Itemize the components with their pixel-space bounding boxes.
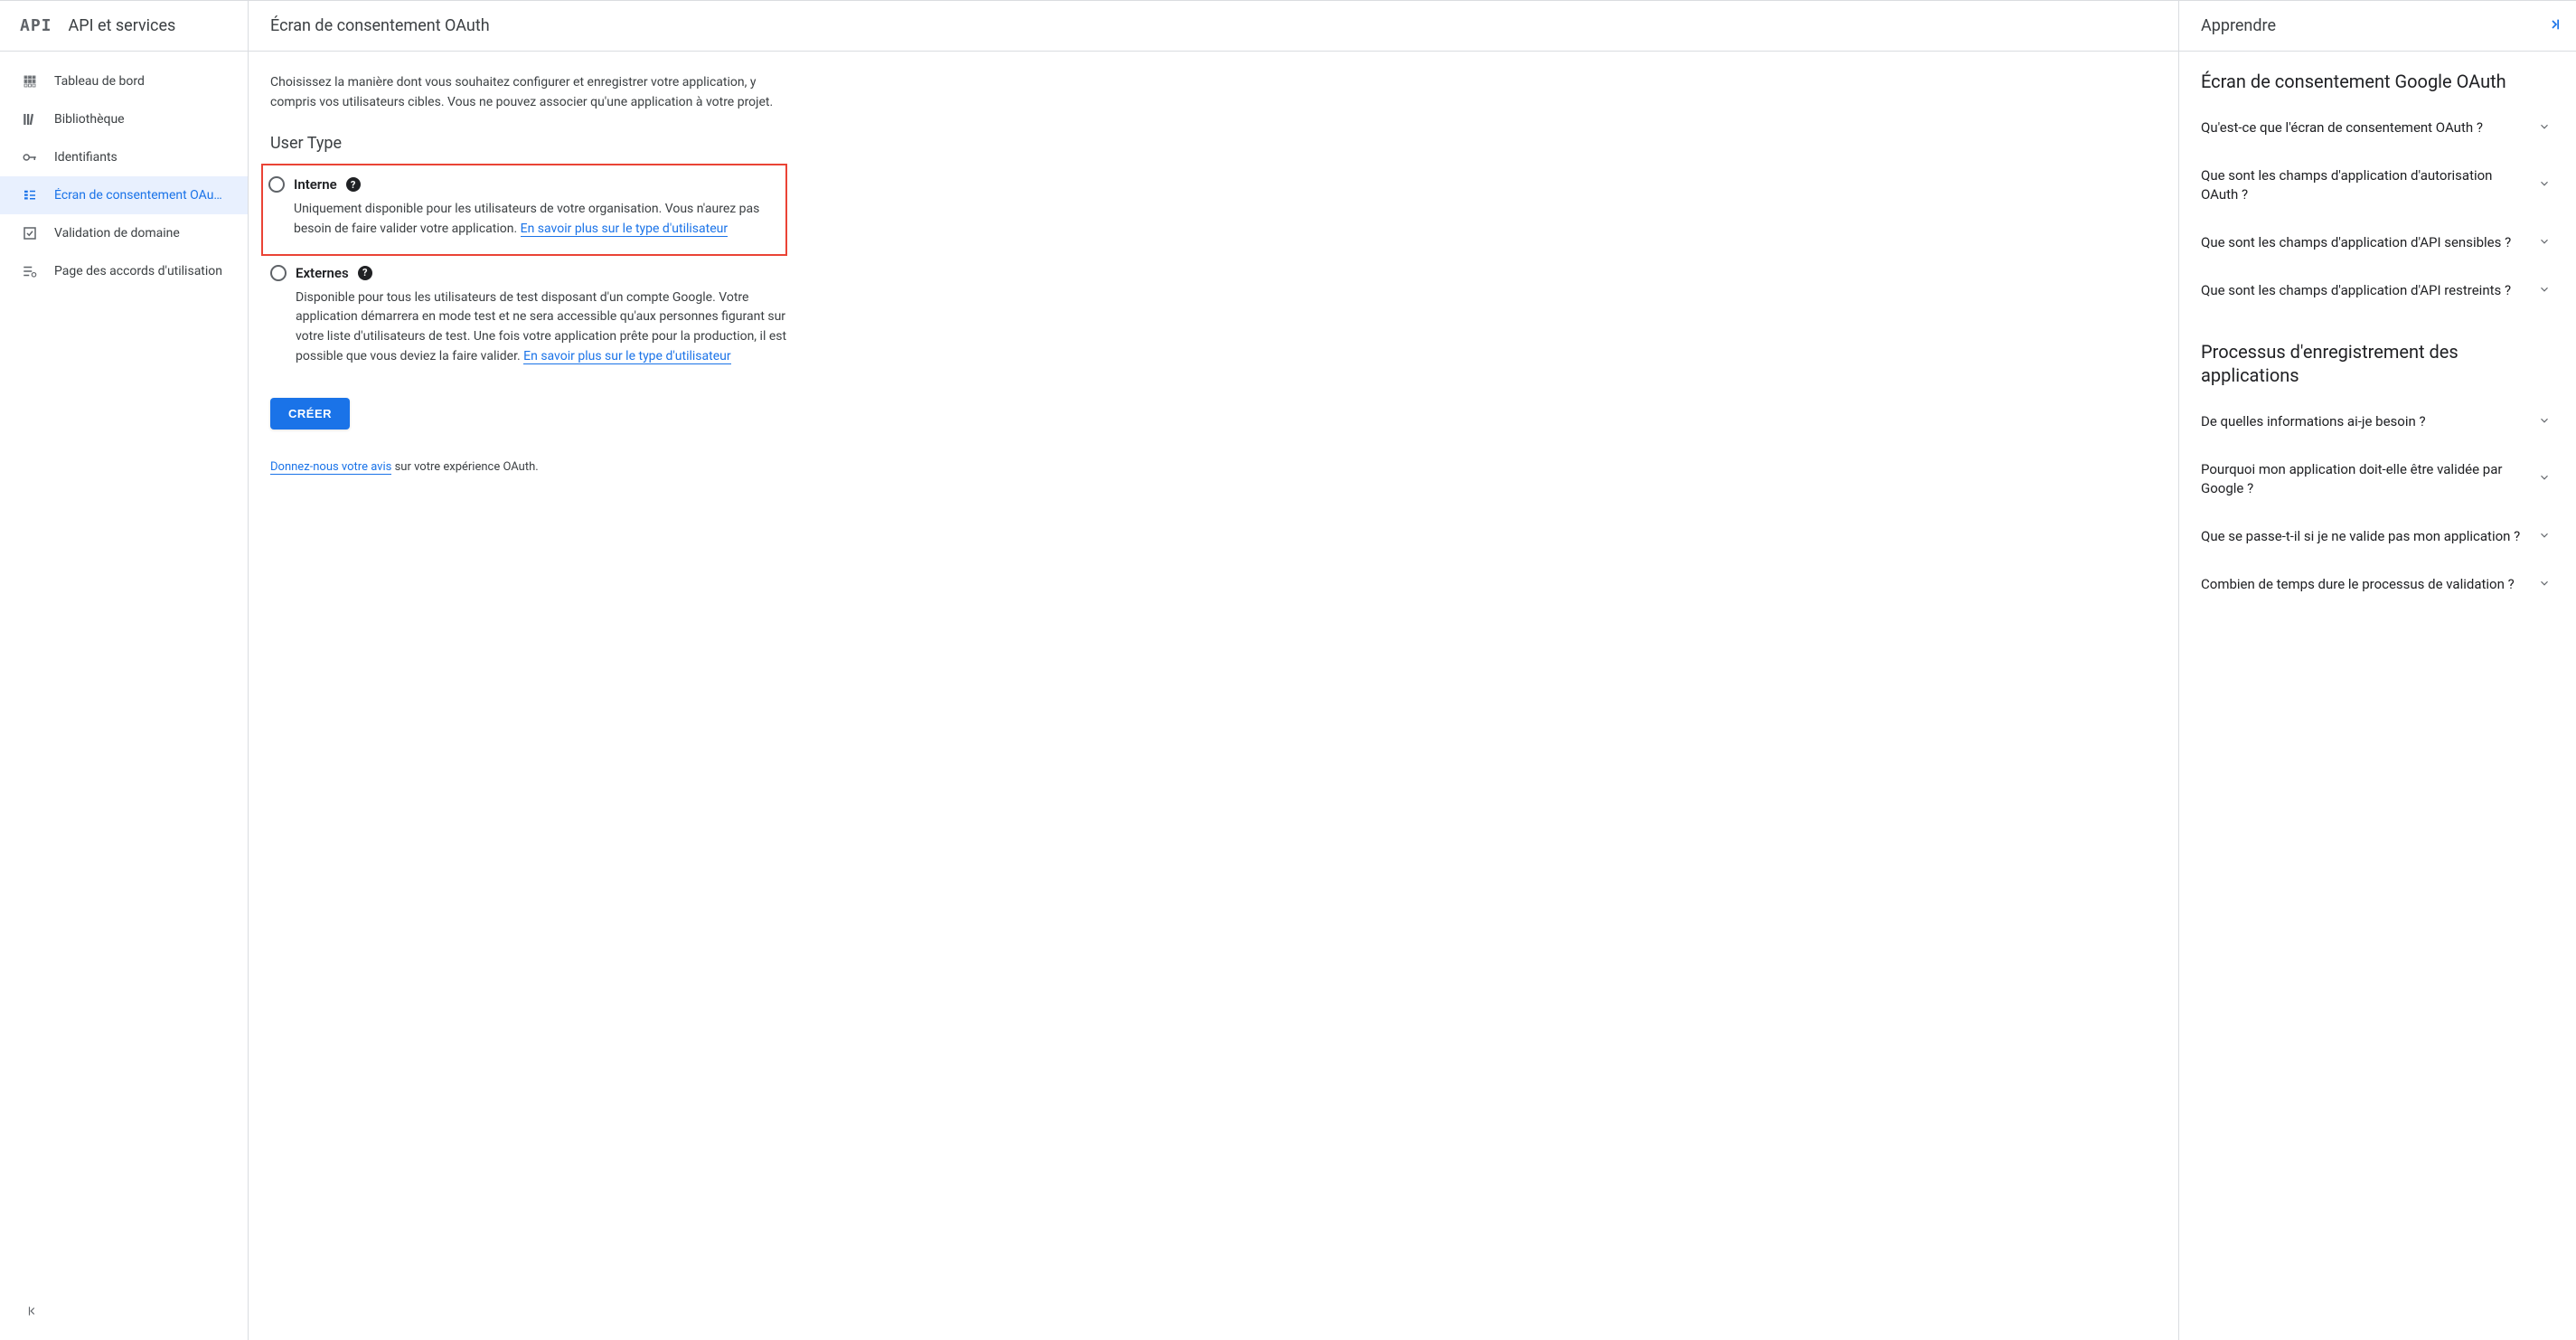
accordion-item[interactable]: De quelles informations ai-je besoin ? xyxy=(2201,398,2554,446)
radio-internal-description: Uniquement disponible pour les utilisate… xyxy=(294,200,771,239)
chevron-down-icon xyxy=(2538,235,2551,251)
accordion-label: Que sont les champs d'application d'API … xyxy=(2201,281,2524,300)
accordion-item[interactable]: Pourquoi mon application doit-elle être … xyxy=(2201,446,2554,513)
chevron-down-icon xyxy=(2538,529,2551,545)
feedback-link[interactable]: Donnez-nous votre avis xyxy=(270,460,391,475)
chevron-down-icon xyxy=(2538,577,2551,593)
radio-internal-label: Interne xyxy=(294,176,337,193)
accordion-label: Combien de temps dure le processus de va… xyxy=(2201,575,2524,594)
accordion-item[interactable]: Que sont les champs d'application d'API … xyxy=(2201,267,2554,315)
api-logo: API xyxy=(20,16,52,35)
learn-panel: Apprendre Écran de consentement Google O… xyxy=(2178,1,2576,1340)
chevron-down-icon xyxy=(2538,283,2551,299)
radio-internal[interactable] xyxy=(268,176,285,193)
sidebar-item-label: Identifiants xyxy=(54,150,118,165)
sidebar-item-label: Écran de consentement OAu… xyxy=(54,188,222,203)
sidebar-item-usage-agreements[interactable]: Page des accords d'utilisation xyxy=(0,252,248,290)
sidebar-item-library[interactable]: Bibliothèque xyxy=(0,100,248,138)
accordion-label: Que se passe-t-il si je ne valide pas mo… xyxy=(2201,527,2524,546)
accordion-item[interactable]: Que sont les champs d'application d'API … xyxy=(2201,219,2554,267)
chevron-down-icon xyxy=(2538,414,2551,430)
collapse-sidebar-button[interactable] xyxy=(14,1293,51,1329)
list-settings-icon xyxy=(22,263,38,279)
accordion-item[interactable]: Combien de temps dure le processus de va… xyxy=(2201,561,2554,609)
sidebar-item-credentials[interactable]: Identifiants xyxy=(0,138,248,176)
sidebar: API API et services Tableau de bord Bibl… xyxy=(0,1,249,1340)
learn-panel-title: Apprendre xyxy=(2201,16,2276,35)
check-box-icon xyxy=(22,225,38,241)
accordion-label: Que sont les champs d'application d'API … xyxy=(2201,233,2524,252)
radio-external-description: Disponible pour tous les utilisateurs de… xyxy=(296,288,787,367)
radio-external-label: Externes xyxy=(296,265,349,281)
learn-more-user-type-link[interactable]: En savoir plus sur le type d'utilisateur xyxy=(521,222,728,237)
section-user-type-title: User Type xyxy=(270,134,787,153)
chevron-down-icon xyxy=(2538,120,2551,137)
consent-icon xyxy=(22,187,38,203)
help-icon[interactable]: ? xyxy=(346,177,361,192)
accordion-label: Qu'est-ce que l'écran de consentement OA… xyxy=(2201,118,2524,137)
key-icon xyxy=(22,149,38,165)
intro-text: Choisissez la manière dont vous souhaite… xyxy=(270,73,787,112)
chevron-down-icon xyxy=(2538,177,2551,193)
sidebar-title: API et services xyxy=(69,16,176,35)
sidebar-item-label: Bibliothèque xyxy=(54,112,125,127)
accordion-label: De quelles informations ai-je besoin ? xyxy=(2201,412,2524,431)
content: Écran de consentement OAuth Choisissez l… xyxy=(249,1,2178,1340)
accordion-item[interactable]: Qu'est-ce que l'écran de consentement OA… xyxy=(2201,104,2554,152)
accordion-label: Pourquoi mon application doit-elle être … xyxy=(2201,460,2524,498)
sidebar-nav: Tableau de bord Bibliothèque Identifiant… xyxy=(0,52,248,1281)
radio-external[interactable] xyxy=(270,265,287,281)
dashboard-icon xyxy=(22,73,38,90)
accordion-item[interactable]: Que se passe-t-il si je ne valide pas mo… xyxy=(2201,513,2554,561)
learn-more-user-type-link[interactable]: En savoir plus sur le type d'utilisateur xyxy=(523,349,730,364)
page-title: Écran de consentement OAuth xyxy=(249,1,2178,52)
accordion-item[interactable]: Que sont les champs d'application d'auto… xyxy=(2201,152,2554,219)
sidebar-item-label: Tableau de bord xyxy=(54,74,145,89)
sidebar-item-oauth-consent[interactable]: Écran de consentement OAu… xyxy=(0,176,248,214)
create-button[interactable]: CRÉER xyxy=(270,398,350,429)
help-icon[interactable]: ? xyxy=(358,266,372,280)
accordion-label: Que sont les champs d'application d'auto… xyxy=(2201,166,2524,204)
learn-section-title-1: Écran de consentement Google OAuth xyxy=(2201,70,2554,93)
library-icon xyxy=(22,111,38,127)
sidebar-item-domain-verification[interactable]: Validation de domaine xyxy=(0,214,248,252)
highlight-internal: Interne ? Uniquement disponible pour les… xyxy=(261,164,787,255)
sidebar-item-dashboard[interactable]: Tableau de bord xyxy=(0,62,248,100)
collapse-learn-button[interactable] xyxy=(2547,17,2562,35)
sidebar-item-label: Page des accords d'utilisation xyxy=(54,264,222,278)
learn-section-title-2: Processus d'enregistrement des applicati… xyxy=(2201,340,2554,387)
chevron-down-icon xyxy=(2538,471,2551,487)
sidebar-header: API API et services xyxy=(0,1,248,52)
feedback-text: Donnez-nous votre avis sur votre expérie… xyxy=(270,460,787,474)
sidebar-item-label: Validation de domaine xyxy=(54,226,180,241)
